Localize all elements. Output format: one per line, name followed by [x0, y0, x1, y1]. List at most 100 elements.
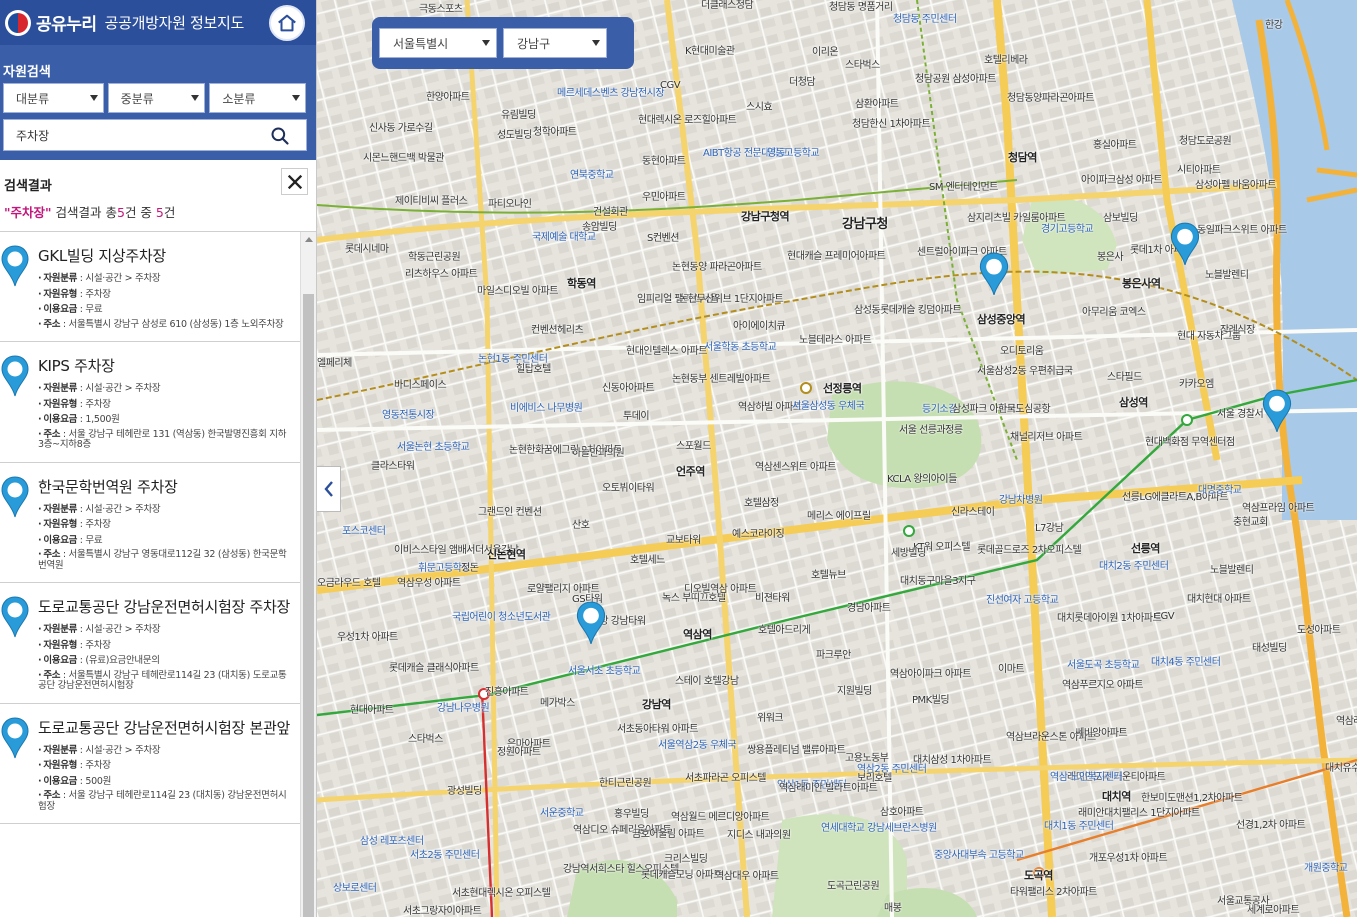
- field-key: 이용요금: [38, 304, 77, 315]
- search-input[interactable]: [16, 128, 256, 142]
- map-label: 시티아파트: [1177, 165, 1221, 176]
- result-item[interactable]: 도로교통공단 강남운전면허시험장 본관앞자원분류 : 시설·공간 > 주차장자원…: [0, 704, 300, 824]
- result-item-name[interactable]: GKL빌딩 지상주차장: [38, 246, 290, 266]
- map-label: 오디토리움: [1000, 346, 1044, 357]
- field-value: : 1,500원: [77, 414, 120, 425]
- map-label: 대명중학교: [1198, 485, 1242, 496]
- map-label: 파크루안: [816, 650, 851, 661]
- result-item[interactable]: KIPS 주차장자원분류 : 시설·공간 > 주차장자원유형 : 주차장이용요금…: [0, 342, 300, 463]
- map-label: 강남나우병원: [437, 703, 490, 714]
- result-item[interactable]: 도로교통공단 강남운전면허시험장 주차장자원분류 : 시설·공간 > 주차장자원…: [0, 583, 300, 704]
- app-title: 공공개방자원 정보지도: [104, 14, 245, 32]
- map-label: 서울서초 초등학교: [568, 666, 641, 677]
- map-label: 채널리저브 아파트: [1010, 432, 1083, 443]
- map-label: 현대렉시온 로즈힐아파트: [638, 115, 737, 126]
- parking-location-marker[interactable]: [1169, 221, 1201, 267]
- result-item-category: 자원분류 : 시설·공간 > 주차장: [38, 743, 290, 759]
- map-label: 논현동양 파라곤아파트: [672, 262, 762, 273]
- close-icon: [287, 174, 302, 189]
- top-bar: 공유누리 공공개방자원 정보지도: [0, 0, 316, 45]
- map-label: 아이파크삼성 아파트: [1081, 175, 1162, 186]
- scrollbar-thumb[interactable]: [303, 294, 314, 917]
- result-item-type: 자원유형 : 주차장: [38, 638, 290, 654]
- map-label: 더클래스청담: [701, 0, 754, 11]
- map-pin-icon: [0, 475, 30, 519]
- category-large-select[interactable]: 대분류: [3, 83, 104, 113]
- field-value: : 서울특별시 강남구 삼성로 610 (삼성동) 1층 노외주차장: [60, 318, 284, 330]
- map-label: 선릉역: [1131, 542, 1160, 555]
- map-label: 경남아파트: [847, 603, 891, 614]
- map-label: 국립어린이 청소년도서관: [452, 612, 551, 623]
- parking-location-marker[interactable]: [575, 600, 607, 646]
- field-value: : 서울특별시 강남구 테헤란로114길 23 (대치동) 도로교통공단 강남운…: [38, 669, 287, 691]
- map-label: 정돈: [461, 563, 479, 574]
- result-item-name[interactable]: KIPS 주차장: [38, 356, 290, 376]
- category-small-select[interactable]: 소분류: [209, 83, 306, 113]
- district-select[interactable]: 강남구: [503, 28, 607, 58]
- map-label: 대치4동 주민센터: [1151, 657, 1221, 668]
- map-label: 역삼우성 아파트: [397, 578, 461, 589]
- chevron-left-icon: [323, 481, 333, 497]
- dropdown-arrow-icon: [191, 95, 200, 101]
- map-label: 제이티비씨 플러스: [395, 196, 468, 207]
- field-value: : 주차장: [77, 760, 111, 771]
- map-label: 대치롯데아이원 1차아파트: [1057, 613, 1162, 624]
- result-item-name[interactable]: 도로교통공단 강남운전면허시험장 주차장: [38, 597, 290, 617]
- map-label: 포스코센터: [342, 526, 386, 537]
- map-label: 스시효: [746, 102, 773, 113]
- result-item-name[interactable]: 한국문학번역원 주차장: [38, 477, 290, 497]
- map-label: 현대아파트: [350, 705, 394, 716]
- category-small-value: 소분류: [222, 91, 256, 106]
- map-label: 쎄비앙아파트: [1075, 728, 1128, 739]
- map-view[interactable]: 극동스포츠 더클래스청담 청담동 명품거리 청담동 주민센터 한강 K현대미술관 이리온 스타…: [317, 0, 1357, 917]
- map-label: 메르세데스벤츠 강남전시장: [557, 88, 665, 99]
- map-label: 역삼대우 아파트: [715, 871, 779, 882]
- home-button[interactable]: [269, 4, 305, 41]
- result-item-type: 자원유형 : 주차장: [38, 758, 290, 774]
- results-scrollbar[interactable]: [300, 232, 316, 917]
- map-label: 삼보빌딩: [1103, 213, 1138, 224]
- search-icon[interactable]: [270, 126, 290, 146]
- collapse-sidebar-button[interactable]: [317, 466, 341, 512]
- resource-search-label: 자원검색: [3, 65, 51, 80]
- field-key: 자원유형: [38, 289, 77, 300]
- map-label: 서운중학교: [540, 808, 584, 819]
- map-label: 쌍용플레티넘 밸류아파트: [747, 745, 846, 756]
- map-label: 강남구청역: [741, 210, 790, 223]
- map-label: 청담역: [1008, 151, 1037, 164]
- results-summary-unit: 건 중: [124, 205, 156, 220]
- parking-location-marker[interactable]: [978, 251, 1010, 297]
- result-item-name[interactable]: 도로교통공단 강남운전면허시험장 본관앞: [38, 718, 290, 738]
- map-label: 청담한신 1차아파트: [852, 119, 931, 130]
- map-label: L7강남: [1035, 523, 1064, 534]
- result-item[interactable]: 한국문학번역원 주차장자원분류 : 시설·공간 > 주차장자원유형 : 주차장이…: [0, 463, 300, 583]
- map-label: 서초동아타워 아파트: [617, 724, 698, 735]
- result-item-address: 주소 : 서울특별시 강남구 테헤란로114길 23 (대치동) 도로교통공단 …: [38, 669, 290, 692]
- field-value: : 500원: [77, 775, 112, 787]
- map-label: 선정릉역: [823, 382, 862, 395]
- search-box: [3, 119, 307, 151]
- map-label: 학동근린공원: [408, 252, 461, 263]
- close-results-button[interactable]: [281, 168, 308, 195]
- field-value: : 주차장: [77, 639, 111, 651]
- field-value: : 주차장: [77, 398, 111, 410]
- map-label: 현대백화점 무역센터점: [1145, 437, 1235, 448]
- result-item[interactable]: GKL빌딩 지상주차장자원분류 : 시설·공간 > 주차장자원유형 : 주차장이…: [0, 232, 300, 342]
- map-label: 그랜드인 컨벤션: [478, 507, 542, 518]
- parking-location-marker[interactable]: [1261, 388, 1293, 434]
- map-label: 오토뷔이타워: [602, 483, 655, 494]
- map-label: 서울삼성동 우체국: [792, 401, 865, 412]
- map-label: 롯데캐슬 클래식아파트: [389, 663, 479, 674]
- field-key: 이용요금: [38, 655, 77, 666]
- map-label: 이리온: [812, 47, 839, 58]
- map-label: 엘페리체: [317, 358, 352, 369]
- city-select[interactable]: 서울특별시: [379, 28, 497, 58]
- app: 공유누리 공공개방자원 정보지도 자원검색 대분류 중분류 소분류 주차장 검색…: [0, 0, 1357, 917]
- category-mid-select[interactable]: 중분류: [107, 83, 206, 113]
- map-label: SM 엔터테인먼트: [929, 182, 998, 193]
- map-label: 세계로아파트: [1247, 905, 1300, 916]
- map-label: 대치유수지 체육공원: [1325, 763, 1357, 774]
- brand-logo-text[interactable]: 공유누리: [36, 10, 97, 35]
- scroll-up-arrow-icon[interactable]: [305, 237, 313, 242]
- results-summary-unit: 건: [163, 205, 176, 220]
